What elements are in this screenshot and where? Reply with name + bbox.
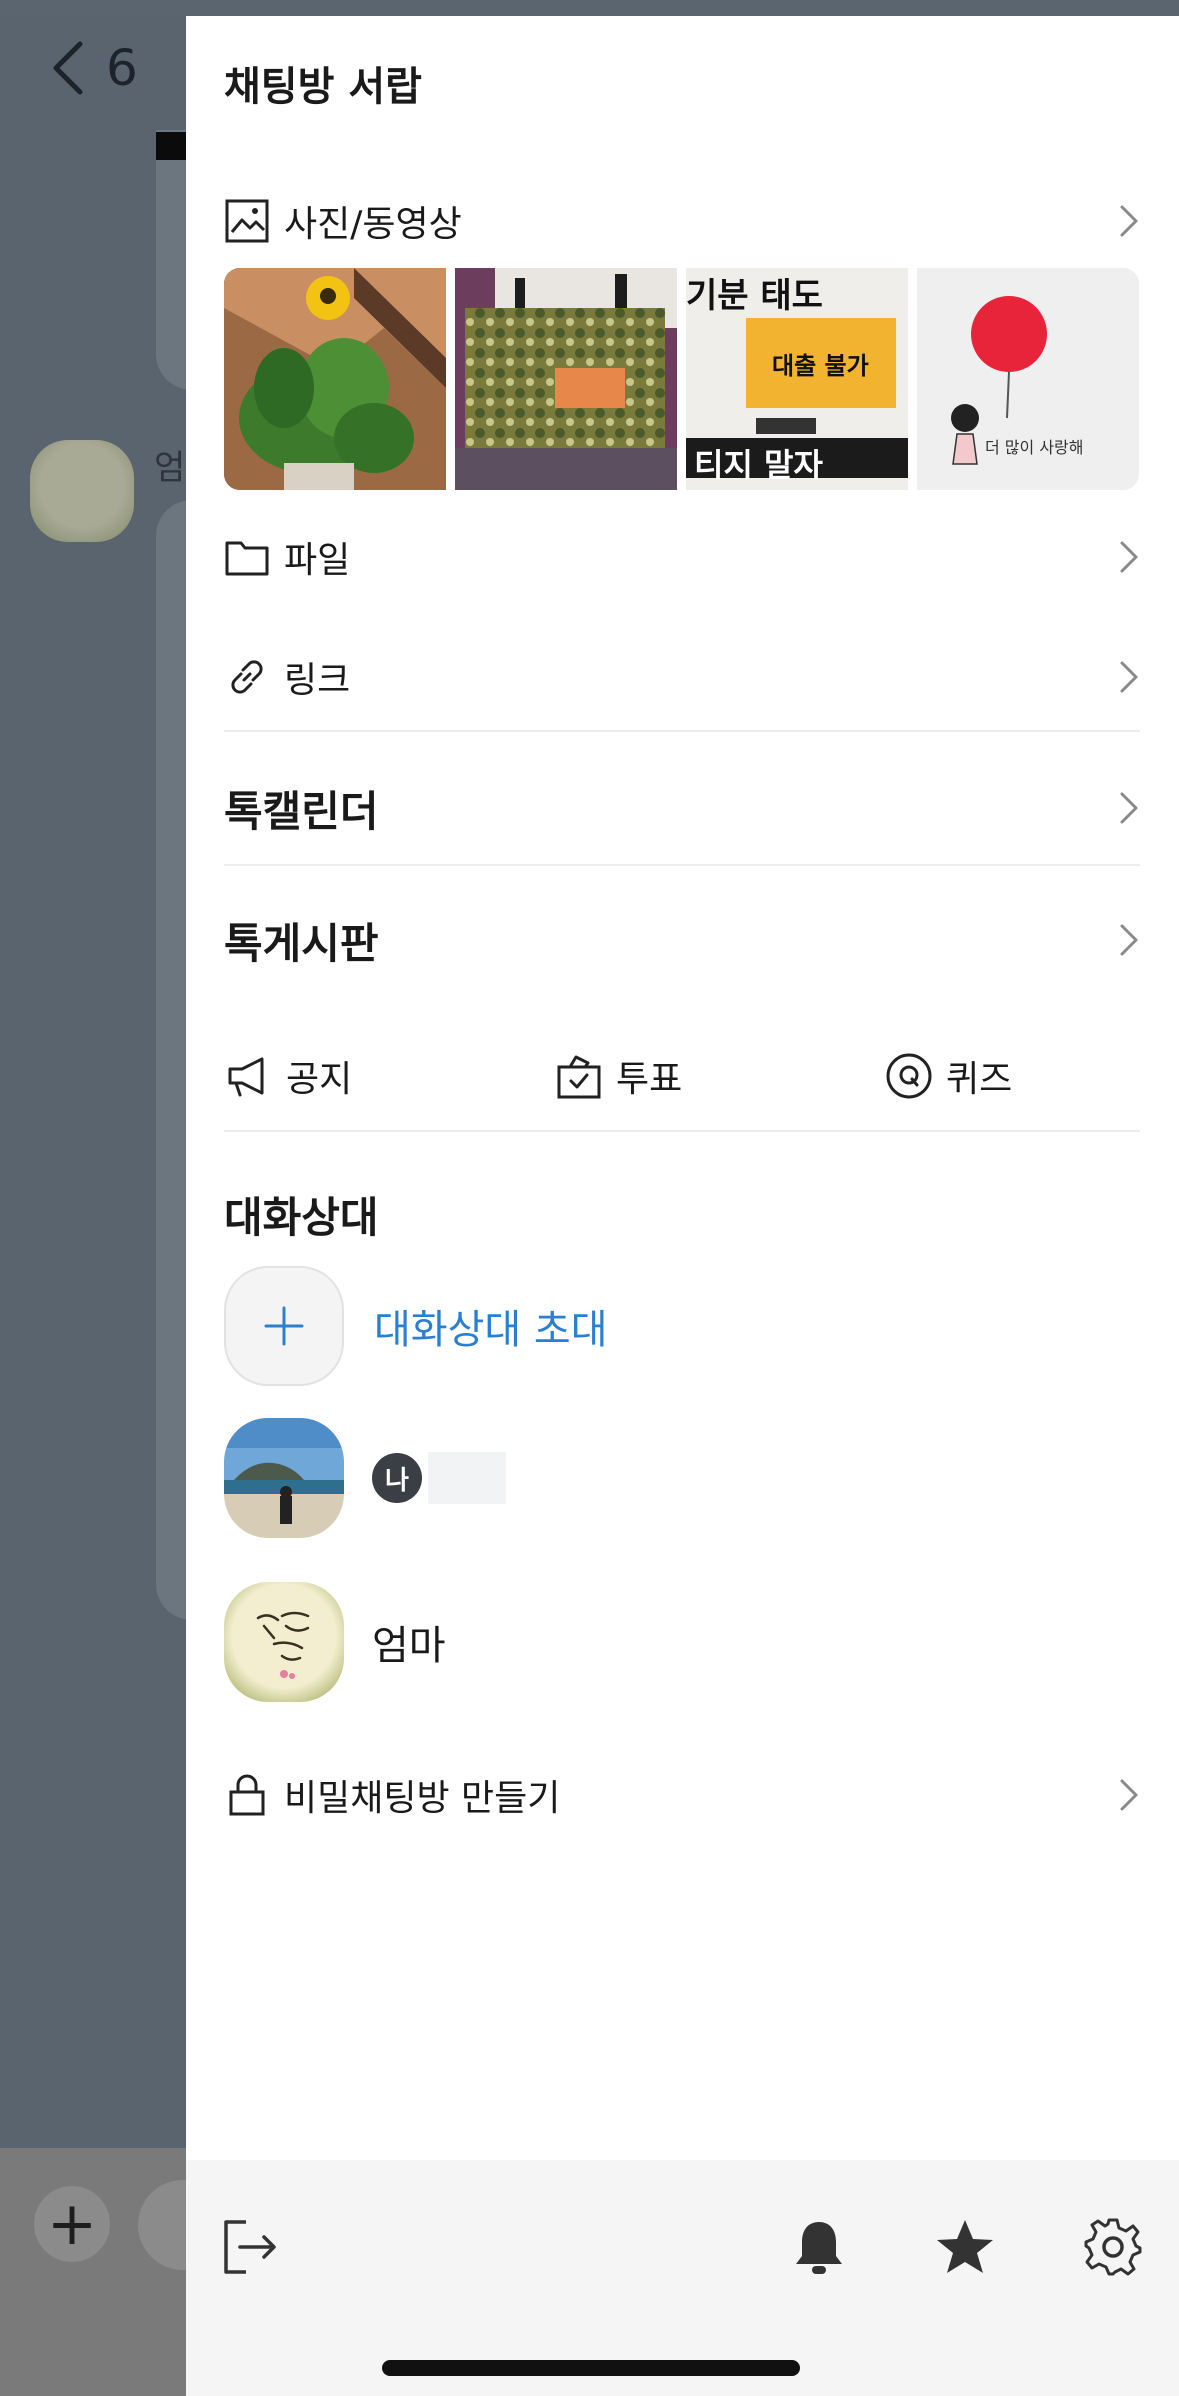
quick-actions: 공지 투표 퀴즈: [224, 1026, 1140, 1126]
gear-icon: [1084, 2218, 1142, 2276]
plant-photo-icon: [224, 268, 446, 490]
media-label: 사진/동영상: [284, 204, 462, 245]
invite-label: 대화상대 초대: [374, 1307, 608, 1353]
media-row[interactable]: 사진/동영상: [224, 186, 1140, 256]
my-name-redacted: [428, 1452, 506, 1504]
quiz-button[interactable]: 퀴즈: [884, 1026, 1012, 1126]
chevron-right-icon: [1120, 661, 1138, 693]
book-photo-icon: [455, 268, 677, 490]
chevron-right-icon: [1120, 792, 1138, 824]
thumb-text: 기분 태도: [686, 276, 823, 316]
links-label: 링크: [284, 660, 351, 701]
secret-chat-row[interactable]: 비밀채팅방 만들기: [224, 1760, 1140, 1830]
invite-member-row[interactable]: 대화상대 초대: [224, 1266, 1140, 1386]
calendar-label: 톡캘린더: [224, 786, 379, 836]
calendar-row[interactable]: 톡캘린더: [224, 764, 1140, 852]
invite-avatar: [224, 1266, 344, 1386]
chevron-right-icon: [1120, 924, 1138, 956]
links-row[interactable]: 링크: [224, 642, 1140, 712]
folder-icon: [224, 534, 270, 580]
media-strip: 기분 태도 대출 불가 티지 말자 더 많이 사랑해: [224, 268, 1140, 490]
quiz-icon: [886, 1053, 932, 1099]
board-row[interactable]: 톡게시판: [224, 896, 1140, 984]
divider: [224, 864, 1140, 866]
link-icon: [224, 654, 270, 700]
sender-name: 엄: [154, 448, 186, 488]
settings-button[interactable]: [1082, 2216, 1144, 2278]
avatar: [224, 1582, 344, 1702]
chevron-right-icon: [1120, 1779, 1138, 1811]
megaphone-icon: [228, 1057, 264, 1097]
thumb-text: 티지 말자: [694, 446, 823, 484]
unread-count: 6: [106, 39, 138, 97]
attach-plus-button[interactable]: +: [34, 2186, 110, 2262]
back-button[interactable]: 6: [48, 38, 188, 98]
divider: [224, 1130, 1140, 1132]
media-thumb[interactable]: 기분 태도 대출 불가 티지 말자: [686, 268, 908, 490]
member-row-me[interactable]: 나: [224, 1418, 1140, 1538]
notice-label: 공지: [286, 1059, 353, 1100]
files-row[interactable]: 파일: [224, 522, 1140, 592]
bell-icon: [796, 2222, 842, 2274]
calligraphy-photo-icon: [256, 1611, 310, 1679]
member-name: 엄마: [372, 1623, 446, 1669]
files-label: 파일: [284, 540, 351, 581]
media-thumb[interactable]: 더 많이 사랑해: [917, 268, 1139, 490]
favorite-button[interactable]: [934, 2216, 996, 2278]
notification-button[interactable]: [788, 2216, 850, 2278]
photo-icon: [224, 198, 270, 244]
drawer-title: 채팅방 서랍: [224, 64, 422, 110]
beach-photo-icon: [224, 1418, 344, 1538]
notice-button[interactable]: 공지: [224, 1026, 352, 1126]
chat-drawer: 채팅방 서랍 사진/동영상 기분 태도 대출 불가 티지 말자 더 많이 사랑해…: [186, 16, 1179, 2396]
chat-bubble-media: [156, 132, 190, 160]
home-indicator: [382, 2360, 800, 2376]
exit-icon: [224, 2220, 276, 2274]
ballot-box-icon: [557, 1055, 601, 1099]
secret-chat-label: 비밀채팅방 만들기: [284, 1778, 561, 1819]
star-icon: [937, 2220, 993, 2273]
quiz-label: 퀴즈: [946, 1059, 1013, 1100]
vote-label: 투표: [616, 1059, 683, 1100]
members-title: 대화상대: [224, 1193, 379, 1242]
avatar: [224, 1418, 344, 1538]
thumb-caption: 더 많이 사랑해: [985, 438, 1084, 457]
me-badge: 나: [372, 1453, 422, 1503]
lock-icon: [224, 1772, 270, 1818]
media-thumb[interactable]: [455, 268, 677, 490]
vote-button[interactable]: 투표: [554, 1026, 682, 1126]
divider: [224, 730, 1140, 732]
sender-avatar: [30, 440, 134, 542]
chevron-right-icon: [1120, 541, 1138, 573]
media-thumb[interactable]: [224, 268, 446, 490]
back-chevron-icon: [53, 41, 83, 95]
member-row[interactable]: 엄마: [224, 1582, 1140, 1702]
chevron-right-icon: [1120, 205, 1138, 237]
status-bar-bg: [0, 0, 1179, 16]
plus-icon: [264, 1306, 304, 1346]
drawer-bottom-bar: [186, 2160, 1179, 2396]
leave-chat-button[interactable]: [220, 2216, 282, 2278]
board-label: 톡게시판: [224, 918, 379, 968]
thumb-text: 대출 불가: [772, 352, 869, 380]
